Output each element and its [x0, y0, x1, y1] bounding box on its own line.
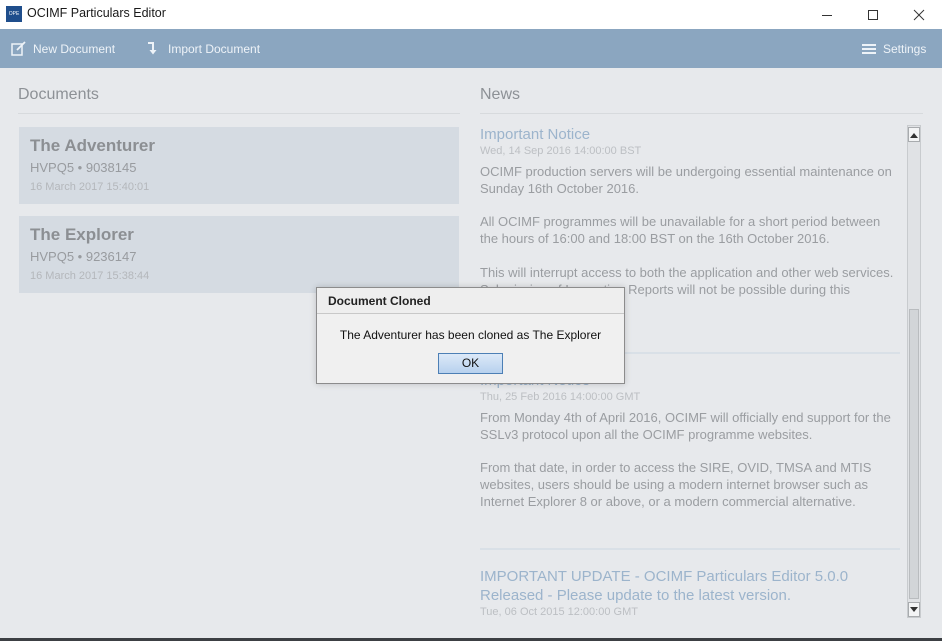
news-separator — [480, 548, 900, 550]
document-name: The Explorer — [30, 225, 134, 244]
scroll-down-button[interactable] — [908, 602, 920, 617]
news-paragraph: OCIMF production servers will be undergo… — [480, 164, 892, 196]
window-title: OCIMF Particulars Editor — [27, 6, 166, 20]
document-id: HVPQ5 • 9038145 — [30, 160, 137, 175]
document-name: The Adventurer — [30, 136, 156, 155]
document-card[interactable]: The Adventurer HVPQ5 • 9038145 16 March … — [19, 127, 459, 204]
news-item: Important Notice Thu, 25 Feb 2016 14:00:… — [480, 371, 895, 511]
news-divider — [480, 113, 923, 114]
settings-label: Settings — [883, 41, 927, 56]
documents-divider — [18, 113, 460, 114]
news-paragraph: From that date, in order to access the S… — [480, 460, 872, 509]
document-card[interactable]: The Explorer HVPQ5 • 9236147 16 March 20… — [19, 216, 459, 293]
maximize-button[interactable] — [850, 0, 896, 29]
app-logo-icon: OPE — [6, 6, 22, 22]
import-icon — [148, 42, 157, 55]
scroll-up-button[interactable] — [908, 127, 920, 142]
news-paragraph: All OCIMF programmes will be unavailable… — [480, 214, 881, 247]
ok-button[interactable]: OK — [438, 353, 503, 374]
document-cloned-dialog: Document Cloned The Adventurer has been … — [316, 287, 625, 384]
document-id: HVPQ5 • 9236147 — [30, 249, 137, 264]
news-scrollbar[interactable] — [907, 125, 921, 618]
news-title[interactable]: IMPORTANT UPDATE - OCIMF Particulars Edi… — [480, 567, 895, 605]
arrow-down-icon — [910, 606, 918, 612]
minimize-button[interactable] — [804, 0, 850, 29]
news-date: Wed, 14 Sep 2016 14:00:00 BST — [480, 145, 642, 157]
news-paragraph: From Monday 4th of April 2016, OCIMF wil… — [480, 410, 891, 442]
new-document-button[interactable]: New Document — [11, 29, 115, 68]
maximize-icon — [868, 9, 878, 20]
dialog-message: The Adventurer has been cloned as The Ex… — [339, 328, 602, 342]
close-button[interactable] — [896, 0, 942, 29]
news-date: Tue, 06 Oct 2015 12:00:00 GMT — [480, 606, 638, 618]
minimize-icon — [822, 14, 832, 16]
import-document-button[interactable]: Import Document — [146, 29, 260, 68]
news-date: Thu, 25 Feb 2016 14:00:00 GMT — [480, 391, 641, 403]
dialog-title: Document Cloned — [328, 294, 431, 308]
toolbar: New Document Import Document Settings — [0, 29, 942, 68]
document-date: 16 March 2017 15:38:44 — [30, 270, 150, 282]
scroll-thumb[interactable] — [909, 309, 919, 599]
settings-button[interactable]: Settings — [862, 29, 926, 68]
news-title[interactable]: Important Notice — [480, 125, 895, 144]
news-heading: News — [480, 86, 521, 103]
new-document-icon — [11, 41, 26, 56]
title-bar: OPE OCIMF Particulars Editor — [0, 0, 942, 29]
document-date: 16 March 2017 15:40:01 — [30, 181, 150, 193]
close-icon — [913, 9, 925, 20]
settings-icon — [862, 43, 876, 54]
arrow-up-icon — [910, 132, 918, 138]
import-document-label: Import Document — [168, 41, 261, 56]
documents-heading: Documents — [18, 86, 99, 103]
dialog-title-bar: Document Cloned — [317, 288, 624, 314]
news-item: IMPORTANT UPDATE - OCIMF Particulars Edi… — [480, 567, 895, 618]
new-document-label: New Document — [33, 41, 116, 56]
